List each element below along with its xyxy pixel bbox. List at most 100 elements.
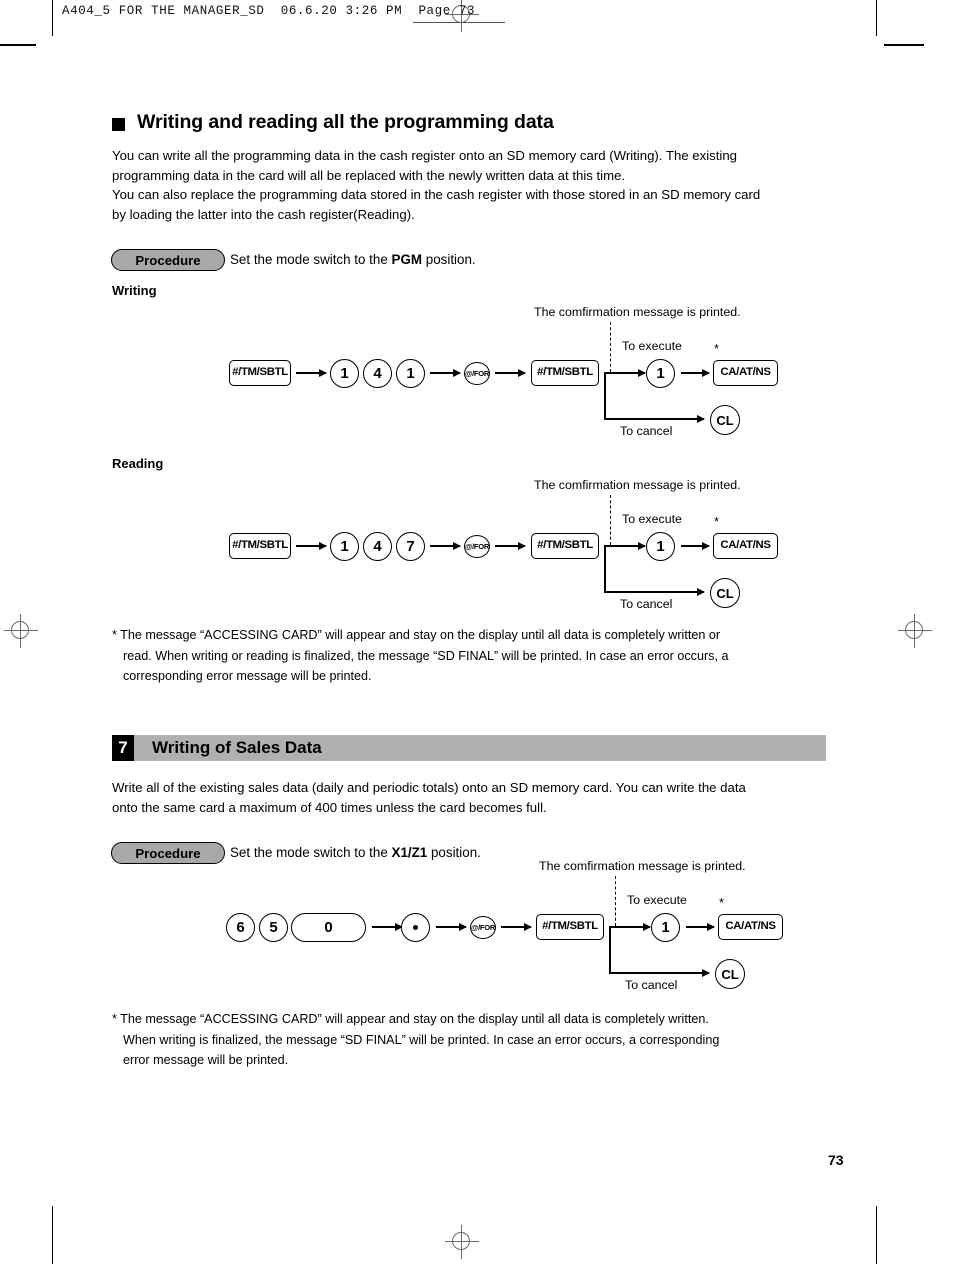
procedure-instruction-x1z1: Set the mode switch to the X1/Z1 positio…: [230, 845, 481, 860]
arrow-to-cancel: [604, 588, 705, 595]
arrow-4: [686, 923, 715, 930]
footnote-line: * The message “ACCESSING CARD” will appe…: [112, 1012, 709, 1026]
key-digit-5[interactable]: 5: [259, 913, 288, 942]
confirmation-dash-line: [615, 876, 616, 926]
key-digit-7[interactable]: 7: [396, 532, 425, 561]
asterisk-ref: *: [719, 895, 725, 910]
key-digit-4[interactable]: 4: [363, 532, 392, 561]
key-decimal-point[interactable]: [401, 913, 430, 942]
crop-mark-top-right-horizontal: [884, 44, 924, 46]
key-tm-sbtl-1[interactable]: #/TM/SBTL: [229, 360, 291, 386]
subheading-reading: Reading: [112, 456, 164, 471]
arrow-4: [681, 542, 710, 549]
arrow-to-execute: [624, 923, 651, 930]
key-execute-1[interactable]: 1: [646, 359, 675, 388]
mode-switch-position: X1/Z1: [391, 845, 428, 860]
procedure-badge-x1z1: Procedure: [111, 842, 225, 864]
key-at-for[interactable]: @/FOR: [464, 535, 490, 558]
footnote-line: corresponding error message will be prin…: [123, 669, 372, 683]
label-to-execute: To execute: [622, 512, 682, 526]
arrow-3: [501, 923, 532, 930]
paragraph-line: by loading the latter into the cash regi…: [112, 206, 415, 222]
label-to-execute: To execute: [622, 339, 682, 353]
key-tm-sbtl-2[interactable]: #/TM/SBTL: [531, 360, 599, 386]
key-at-for[interactable]: @/FOR: [464, 362, 490, 385]
key-cl[interactable]: CL: [710, 405, 740, 435]
footnote-line: read. When writing or reading is finaliz…: [123, 648, 729, 663]
arrow-4: [681, 369, 710, 376]
paragraph-line: Write all of the existing sales data (da…: [112, 780, 746, 795]
confirmation-note: The comfirmation message is printed.: [534, 478, 741, 492]
running-header: A404_5 FOR THE MANAGER_SD 06.6.20 3:26 P…: [62, 4, 476, 18]
mode-switch-position: PGM: [391, 252, 423, 267]
key-digit-1[interactable]: 1: [330, 359, 359, 388]
arrow-1: [296, 542, 327, 549]
arrow-2: [436, 923, 467, 930]
key-tm-sbtl-1[interactable]: #/TM/SBTL: [229, 533, 291, 559]
key-ca-at-ns[interactable]: CA/AT/NS: [718, 914, 783, 940]
key-digit-1[interactable]: 1: [330, 532, 359, 561]
decimal-point-icon: [413, 925, 418, 930]
confirmation-note: The comfirmation message is printed.: [539, 859, 746, 873]
arrow-3: [495, 542, 526, 549]
key-ca-at-ns[interactable]: CA/AT/NS: [713, 360, 778, 386]
instruction-post: position.: [422, 252, 476, 267]
instruction-pre: Set the mode switch to the: [230, 252, 392, 267]
registration-mark-bottom: [445, 1225, 479, 1259]
instruction-post: position.: [427, 845, 481, 860]
label-to-cancel: To cancel: [625, 978, 678, 992]
manual-page: A404_5 FOR THE MANAGER_SD 06.6.20 3:26 P…: [0, 0, 954, 1264]
footnote-line: error message will be printed.: [123, 1053, 289, 1067]
asterisk-ref: *: [714, 514, 720, 529]
key-at-for[interactable]: @/FOR: [470, 916, 496, 939]
key-ca-at-ns[interactable]: CA/AT/NS: [713, 533, 778, 559]
footnote-line: When writing is finalized, the message “…: [123, 1032, 720, 1047]
key-digit-6[interactable]: 6: [226, 913, 255, 942]
key-cl[interactable]: CL: [715, 959, 745, 989]
label-to-execute: To execute: [627, 893, 687, 907]
registration-mark-right: [898, 614, 932, 648]
procedure-badge-pgm: Procedure: [111, 249, 225, 271]
arrow-to-execute: [619, 369, 646, 376]
paragraph-line: You can also replace the programming dat…: [112, 187, 761, 203]
page-number: 73: [828, 1152, 844, 1168]
section-number-badge: 7: [112, 735, 134, 761]
footnote-line: * The message “ACCESSING CARD” will appe…: [112, 628, 721, 642]
key-execute-1[interactable]: 1: [651, 913, 680, 942]
arrow-2: [430, 369, 461, 376]
label-to-cancel: To cancel: [620, 424, 673, 438]
key-tm-sbtl[interactable]: #/TM/SBTL: [536, 914, 604, 940]
key-digit-0[interactable]: 0: [291, 913, 366, 942]
section-b-paragraph: Write all of the existing sales data (da…: [112, 778, 842, 817]
section-a-footnote: * The message “ACCESSING CARD” will appe…: [112, 625, 852, 687]
key-digit-1b[interactable]: 1: [396, 359, 425, 388]
section-a-paragraph: You can write all the programming data i…: [112, 146, 842, 224]
key-execute-1[interactable]: 1: [646, 532, 675, 561]
branch-trunk-vertical: [604, 545, 606, 592]
subheading-writing: Writing: [112, 283, 157, 298]
paragraph-line: programming data in the card will all be…: [112, 167, 626, 183]
section-title: Writing of Sales Data: [152, 738, 322, 757]
crop-mark-top-left-horizontal: [0, 44, 36, 46]
paragraph-line: onto the same card a maximum of 400 time…: [112, 799, 547, 815]
square-bullet-icon: [112, 118, 125, 131]
arrow-to-execute: [619, 542, 646, 549]
label-to-cancel: To cancel: [620, 597, 673, 611]
key-digit-4[interactable]: 4: [363, 359, 392, 388]
arrow-to-cancel: [609, 969, 710, 976]
branch-trunk-vertical: [604, 372, 606, 419]
crop-mark-bottom-right-vertical: [876, 1206, 877, 1264]
arrow-to-cancel: [604, 415, 705, 422]
confirmation-dash-line: [610, 495, 611, 545]
crop-mark-top-right-vertical: [876, 0, 877, 36]
procedure-instruction-pgm: Set the mode switch to the PGM position.: [230, 252, 476, 267]
asterisk-ref: *: [714, 341, 720, 356]
header-rule: [413, 22, 505, 23]
arrow-3: [495, 369, 526, 376]
registration-mark-left: [4, 614, 38, 648]
instruction-pre: Set the mode switch to the: [230, 845, 392, 860]
arrow-1: [296, 369, 327, 376]
key-cl[interactable]: CL: [710, 578, 740, 608]
arrow-1: [372, 923, 403, 930]
key-tm-sbtl-2[interactable]: #/TM/SBTL: [531, 533, 599, 559]
